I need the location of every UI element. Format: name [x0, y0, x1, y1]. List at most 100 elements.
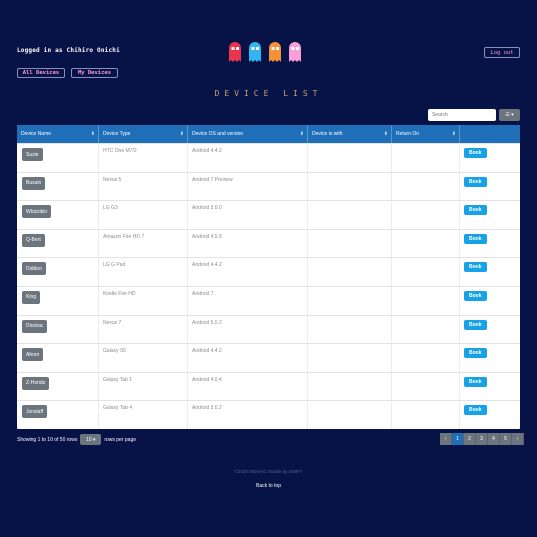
columns-toggle-button[interactable]: ☰ ▾ [499, 109, 520, 121]
table-row: Busuin Nexus 5 Android 7 Preview Book [17, 171, 520, 201]
cell-actions: Book [460, 287, 520, 315]
all-devices-button[interactable]: All Devices [17, 68, 65, 78]
page-button[interactable]: 2 [464, 433, 476, 445]
page-button[interactable]: 1 [452, 433, 464, 445]
cell-device-with [308, 258, 392, 286]
column-header-device-with[interactable]: Device is with ⬍ [308, 125, 392, 143]
page-next-button[interactable]: › [512, 433, 524, 445]
cell-device-os: Android 5.0.0 [188, 201, 308, 229]
cell-actions: Book [460, 316, 520, 344]
sort-icon: ⬍ [179, 131, 184, 137]
showing-text: Showing 1 to 10 of 50 rows [17, 436, 78, 443]
pagination: ‹ 1 2 3 4 5 › [440, 433, 524, 445]
device-name-button[interactable]: Dionisa [22, 319, 47, 333]
book-button[interactable]: Book [464, 376, 487, 387]
cell-device-type: Amazon Fire HD 7 [99, 229, 188, 258]
per-page-select[interactable]: 10 ▾ [80, 434, 102, 445]
cell-device-os: Android 7 Preview [188, 172, 308, 201]
cell-device-name: Suzie [17, 144, 99, 172]
back-to-top-link[interactable]: Back to top [0, 483, 537, 489]
cell-device-with [308, 172, 392, 201]
cell-return-on [392, 315, 460, 344]
device-name-button[interactable]: Ahren [22, 348, 44, 362]
column-header-device-name[interactable]: Device Name ⬍ [17, 125, 99, 143]
table-row: Jonslaff Galaxy Tab 4 Android 5.0.2 Book [17, 400, 520, 429]
cell-actions: Book [460, 144, 520, 172]
table-row: Diddoo LG G Pad Android 4.4.2 Book [17, 257, 520, 286]
ghost-orange-icon [269, 42, 281, 62]
device-name-button[interactable]: Jonslaff [22, 405, 48, 419]
page-prev-button[interactable]: ‹ [440, 433, 452, 445]
ghosts-logo [229, 42, 301, 62]
sort-icon: ⬍ [451, 131, 456, 137]
cell-device-with [308, 144, 392, 172]
cell-device-os: Android 4.4.2 [188, 144, 308, 172]
book-button[interactable]: Book [464, 176, 487, 187]
device-name-button[interactable]: Whizzikin [22, 205, 52, 219]
cell-actions: Book [460, 173, 520, 201]
book-button[interactable]: Book [464, 405, 487, 416]
cell-device-type: LG G Pad [99, 258, 188, 286]
cell-device-with [308, 201, 392, 229]
cell-device-with [308, 286, 392, 315]
cell-device-os: Android 7 [188, 286, 308, 315]
logged-in-text: Logged in as Chihiro Onichi [17, 47, 120, 54]
cell-device-type: HTC One M7/2 [99, 144, 188, 172]
cell-device-os: Android 4.4.2 [188, 258, 308, 286]
page-button[interactable]: 4 [488, 433, 500, 445]
column-header-actions [460, 125, 520, 143]
my-devices-button[interactable]: My Devices [71, 68, 118, 78]
cell-return-on [392, 372, 460, 401]
book-button[interactable]: Book [464, 205, 487, 216]
table-row: King Kindle Fire HD Android 7 Book [17, 285, 520, 315]
book-button[interactable]: Book [464, 262, 487, 273]
book-button[interactable]: Book [464, 319, 487, 330]
ghost-red-icon [229, 42, 241, 62]
cell-device-type: Galaxy Tab 4 [99, 401, 188, 429]
device-name-button[interactable]: Z-Hondo [22, 376, 50, 390]
cell-device-type: Galaxy S6 [99, 344, 188, 372]
cell-device-name: Q-Bert [17, 229, 99, 258]
sort-icon: ⬍ [299, 131, 304, 137]
cell-device-type: LG G3 [99, 201, 188, 229]
device-table: Device Name ⬍ Device Type ⬍ Device OS and … [17, 125, 520, 429]
device-name-button[interactable]: Diddoo [22, 262, 46, 276]
cell-return-on [392, 229, 460, 258]
book-button[interactable]: Book [464, 348, 487, 359]
cell-actions: Book [460, 230, 520, 258]
device-name-button[interactable]: King [22, 290, 41, 304]
device-name-button[interactable]: Q-Bert [22, 233, 45, 247]
cell-device-name: Ahren [17, 344, 99, 372]
per-page-suffix: rows per page [104, 436, 137, 443]
cell-device-name: Dionisa [17, 315, 99, 344]
search-input[interactable] [428, 109, 496, 121]
cell-return-on [392, 172, 460, 201]
cell-device-type: Nexus 7 [99, 315, 188, 344]
book-button[interactable]: Book [464, 290, 487, 301]
ghost-pink-icon [289, 42, 301, 62]
cell-return-on [392, 286, 460, 315]
cell-device-with [308, 344, 392, 372]
page-button[interactable]: 5 [500, 433, 512, 445]
page-button[interactable]: 3 [476, 433, 488, 445]
book-button[interactable]: Book [464, 233, 487, 244]
cell-device-os: Android 4.4.2 [188, 344, 308, 372]
logout-button[interactable]: Log out [484, 47, 520, 58]
cell-device-type: Nexus 5 [99, 172, 188, 201]
table-row: Suzie HTC One M7/2 Android 4.4.2 Book [17, 143, 520, 172]
column-header-return-on[interactable]: Return On ⬍ [392, 125, 460, 143]
cell-actions: Book [460, 258, 520, 286]
column-header-device-os[interactable]: Device OS and version ⬍ [188, 125, 308, 143]
cell-return-on [392, 258, 460, 286]
cell-return-on [392, 201, 460, 229]
cell-device-name: Busuin [17, 172, 99, 201]
cell-device-os: Android 5.0.2 [188, 401, 308, 429]
device-name-button[interactable]: Busuin [22, 176, 46, 190]
column-header-device-type[interactable]: Device Type ⬍ [99, 125, 188, 143]
columns-icon: ☰ ▾ [505, 112, 514, 118]
table-row: Ahren Galaxy S6 Android 4.4.2 Book [17, 343, 520, 372]
book-button[interactable]: Book [464, 148, 487, 158]
cell-device-type: Kindle Fire HD [99, 286, 188, 315]
cell-device-os: Android 4.0.4 [188, 372, 308, 401]
device-name-button[interactable]: Suzie [22, 148, 43, 161]
